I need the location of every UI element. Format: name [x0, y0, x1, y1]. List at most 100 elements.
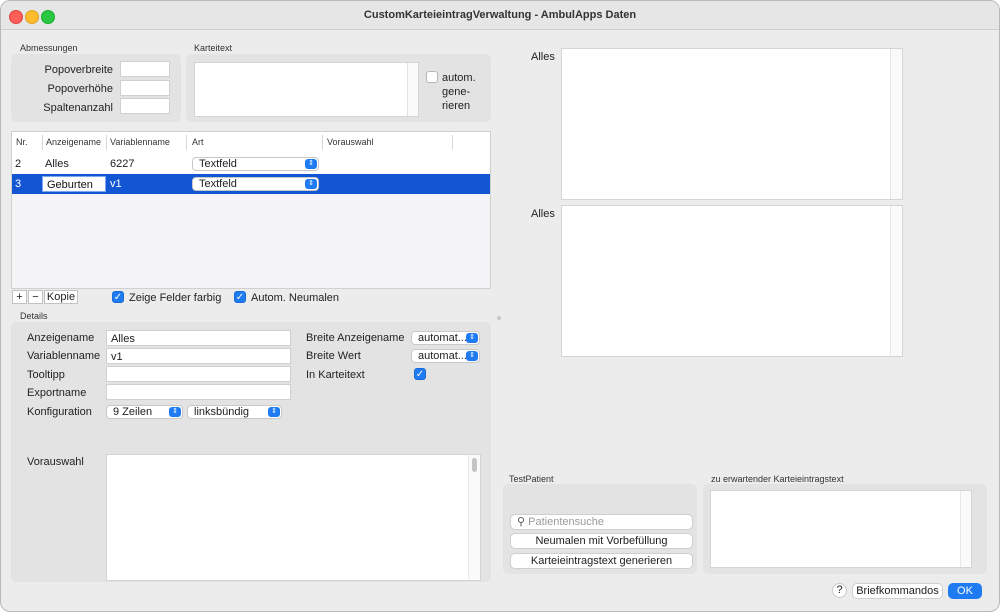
- column-header-variablenname[interactable]: Variablenname: [110, 137, 170, 147]
- preview-field-2: [561, 205, 903, 357]
- vorauswahl-scrollbar[interactable]: [468, 455, 480, 580]
- remove-row-button[interactable]: −: [28, 290, 43, 304]
- breite-wert-label: Breite Wert: [306, 350, 361, 362]
- cell-anzeigename: Alles: [45, 158, 69, 170]
- chevron-updown-icon: ⇕: [305, 179, 317, 189]
- ok-button[interactable]: OK: [948, 583, 982, 599]
- abmessungen-group-label: Abmessungen: [20, 43, 78, 53]
- scrollbar-thumb[interactable]: [472, 458, 477, 472]
- vorauswahl-textarea[interactable]: [106, 454, 481, 581]
- main-window: CustomKarteieintragVerwaltung - AmbulApp…: [0, 0, 1000, 612]
- chevron-updown-icon: ⇕: [466, 333, 478, 343]
- window-title: CustomKarteieintragVerwaltung - AmbulApp…: [363, 9, 637, 21]
- column-header-vorauswahl[interactable]: Vorauswahl: [327, 137, 374, 147]
- column-separator: [452, 135, 453, 150]
- autom-neumalen-label: Autom. Neumalen: [251, 292, 340, 304]
- cell-anzeigename-editor[interactable]: Geburten: [42, 176, 106, 192]
- zeige-felder-farbig-checkbox[interactable]: ✓: [112, 291, 124, 303]
- cell-nr: 2: [15, 158, 22, 170]
- fields-table[interactable]: Nr. Anzeigename Variablenname Art Voraus…: [11, 131, 491, 289]
- breite-anzeigename-popup[interactable]: automat... ⇕: [411, 331, 480, 345]
- help-button[interactable]: ?: [832, 583, 847, 598]
- preview-label-1: Alles: [531, 51, 555, 63]
- autom-generieren-checkbox[interactable]: [426, 71, 438, 83]
- spaltenanzahl-label: Spaltenanzahl: [43, 102, 113, 114]
- patient-search-placeholder: Patientensuche: [528, 516, 604, 528]
- spaltenanzahl-field[interactable]: [120, 98, 170, 114]
- konfiguration-label: Konfiguration: [27, 406, 92, 418]
- popoverhoehe-label: Popoverhöhe: [47, 83, 113, 95]
- preview-scrollbar-2[interactable]: [890, 206, 902, 356]
- vorauswahl-label: Vorauswahl: [27, 456, 84, 468]
- patient-search-field[interactable]: ⚲ Patientensuche: [510, 514, 693, 530]
- cell-variablenname: 6227: [110, 158, 135, 170]
- column-separator: [186, 135, 187, 150]
- column-header-anzeigename[interactable]: Anzeigename: [46, 137, 101, 147]
- zeige-felder-farbig-label: Zeige Felder farbig: [129, 292, 222, 304]
- variablenname-field[interactable]: v1: [106, 348, 291, 364]
- column-separator: [106, 135, 107, 150]
- autom-label-line-3: rieren: [442, 100, 471, 112]
- karteieintragstext-generieren-button[interactable]: Karteieintragstext generieren: [510, 553, 693, 569]
- chevron-updown-icon: ⇕: [268, 407, 280, 417]
- tooltipp-label: Tooltipp: [27, 369, 65, 381]
- testpatient-group-label: TestPatient: [509, 474, 554, 484]
- table-row-selected[interactable]: 3 Geburten v1 Textfeld ⇕: [12, 174, 490, 194]
- column-header-art[interactable]: Art: [192, 137, 204, 147]
- art-popup-value: Textfeld: [199, 178, 237, 190]
- neumalen-mit-vorbefuellung-button[interactable]: Neumalen mit Vorbefüllung: [510, 533, 693, 549]
- column-separator: [322, 135, 323, 150]
- art-popup[interactable]: Textfeld ⇕: [192, 157, 319, 171]
- table-header: Nr. Anzeigename Variablenname Art Voraus…: [12, 132, 490, 155]
- breite-wert-popup[interactable]: automat... ⇕: [411, 349, 480, 363]
- cell-variablenname: v1: [110, 178, 122, 190]
- split-view-handle[interactable]: [497, 316, 501, 320]
- details-group-label: Details: [20, 311, 48, 321]
- search-icon: ⚲: [517, 516, 526, 528]
- karteitext-textarea[interactable]: [194, 62, 419, 117]
- ausrichtung-popup-value: linksbündig: [194, 406, 250, 418]
- karteitext-scrollbar[interactable]: [407, 63, 418, 116]
- expected-text-scrollbar[interactable]: [960, 491, 971, 567]
- art-popup-value: Textfeld: [199, 158, 237, 170]
- exportname-field[interactable]: [106, 384, 291, 400]
- autom-neumalen-checkbox[interactable]: ✓: [234, 291, 246, 303]
- preview-label-2: Alles: [531, 208, 555, 220]
- add-row-button[interactable]: +: [12, 290, 27, 304]
- zeilen-popup[interactable]: 9 Zeilen ⇕: [106, 405, 183, 419]
- ausrichtung-popup[interactable]: linksbündig ⇕: [187, 405, 282, 419]
- table-row[interactable]: 2 Alles 6227 Textfeld ⇕: [12, 154, 490, 174]
- anzeigename-label: Anzeigename: [27, 332, 95, 344]
- copy-row-button[interactable]: Kopie: [44, 290, 78, 304]
- chevron-updown-icon: ⇕: [466, 351, 478, 361]
- in-karteitext-checkbox[interactable]: ✓: [414, 368, 426, 380]
- breite-anzeigename-label: Breite Anzeigename: [306, 332, 405, 344]
- breite-anzeigename-value: automat...: [418, 332, 467, 344]
- tooltipp-field[interactable]: [106, 366, 291, 382]
- in-karteitext-label: In Karteitext: [306, 369, 365, 381]
- chevron-updown-icon: ⇕: [169, 407, 181, 417]
- expected-text-field: [710, 490, 972, 568]
- autom-generieren-label: autom. gene- rieren: [442, 71, 476, 113]
- anzeigename-field[interactable]: Alles: [106, 330, 291, 346]
- popoverbreite-label: Popoverbreite: [44, 64, 114, 76]
- variablenname-label: Variablenname: [27, 350, 101, 362]
- expected-text-group-label: zu erwartender Karteieintragstext: [711, 474, 844, 484]
- column-separator: [42, 135, 43, 150]
- chevron-updown-icon: ⇕: [305, 159, 317, 169]
- popoverhoehe-field[interactable]: [120, 80, 170, 96]
- zeilen-popup-value: 9 Zeilen: [113, 406, 153, 418]
- art-popup[interactable]: Textfeld ⇕: [192, 177, 319, 191]
- preview-field-1: [561, 48, 903, 200]
- popoverbreite-field[interactable]: [120, 61, 170, 77]
- breite-wert-value: automat...: [418, 350, 467, 362]
- title-bar: CustomKarteieintragVerwaltung - AmbulApp…: [1, 1, 999, 30]
- column-header-nr[interactable]: Nr.: [16, 137, 28, 147]
- autom-label-line-2: gene-: [442, 86, 471, 98]
- exportname-label: Exportname: [27, 387, 87, 399]
- briefkommandos-button[interactable]: Briefkommandos: [852, 583, 943, 599]
- cell-nr: 3: [15, 178, 22, 190]
- karteitext-group-label: Karteitext: [194, 43, 233, 53]
- preview-scrollbar-1[interactable]: [890, 49, 902, 199]
- autom-label-line-1: autom.: [442, 72, 476, 84]
